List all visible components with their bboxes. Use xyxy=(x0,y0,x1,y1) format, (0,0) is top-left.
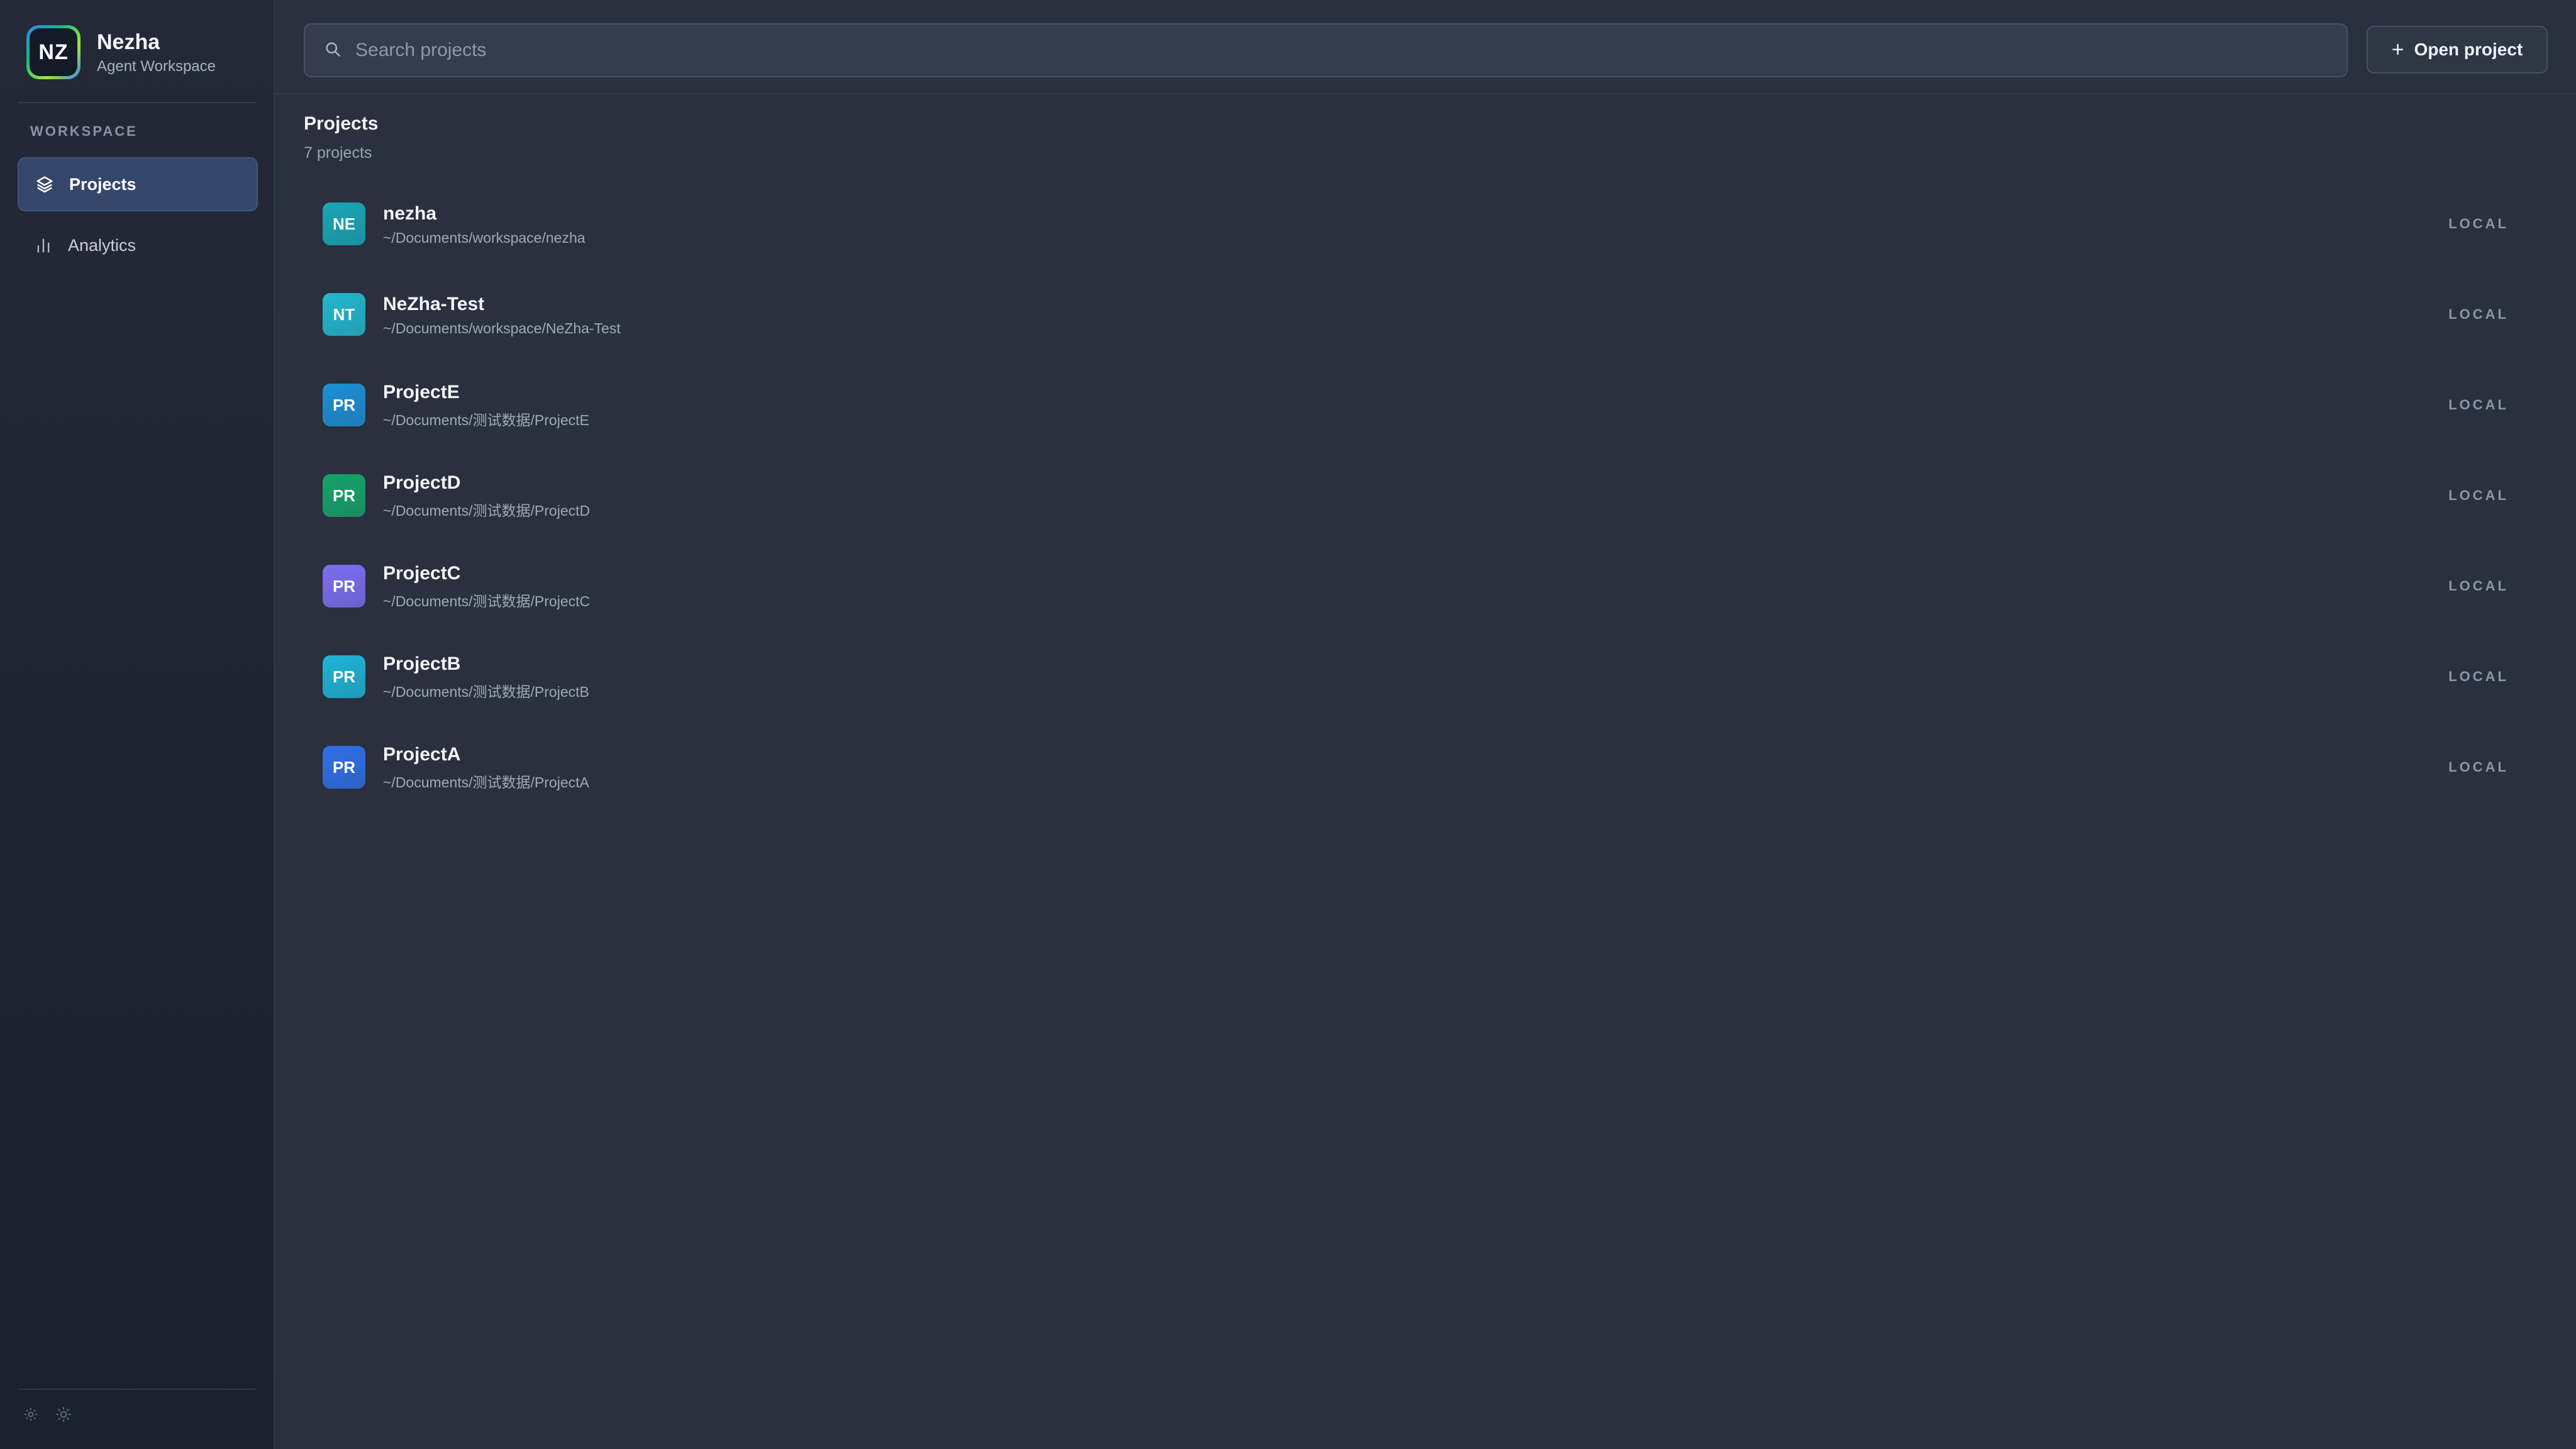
project-name: ProjectA xyxy=(383,744,461,765)
bar-chart-icon xyxy=(33,235,54,256)
sidebar-footer xyxy=(21,1405,73,1424)
search-icon xyxy=(324,40,341,61)
project-text: ProjectC ~/Documents/测试数据/ProjectC xyxy=(383,562,590,611)
project-row[interactable]: PR ProjectC ~/Documents/测试数据/ProjectC LOCAL xyxy=(304,541,2559,631)
brand-text: Nezha Agent Workspace xyxy=(97,29,216,75)
project-row[interactable]: NT NeZha-Test ~/Documents/workspace/NeZha-… xyxy=(304,269,2559,360)
project-row[interactable]: NE nezha ~/Documents/workspace/nezha LOCAL xyxy=(304,179,2559,269)
layers-icon xyxy=(34,174,55,195)
app-window: NZ Nezha Agent Workspace WORKSPACE Proje… xyxy=(0,0,2576,1449)
project-row[interactable]: PR ProjectA ~/Documents/测试数据/ProjectA LOCAL xyxy=(304,722,2559,813)
project-name: ProjectE xyxy=(383,382,460,402)
project-avatar: PR xyxy=(323,474,365,517)
brand[interactable]: NZ Nezha Agent Workspace xyxy=(26,25,256,80)
project-path: ~/Documents/测试数据/ProjectE xyxy=(383,412,589,428)
project-count: 7 projects xyxy=(304,144,372,162)
project-text: ProjectA ~/Documents/测试数据/ProjectA xyxy=(383,743,589,792)
project-row[interactable]: PR ProjectE ~/Documents/测试数据/ProjectE LOCAL xyxy=(304,360,2559,450)
brand-subtitle: Agent Workspace xyxy=(97,58,216,75)
project-path: ~/Documents/测试数据/ProjectA xyxy=(383,774,589,791)
sidebar-item-analytics[interactable]: Analytics xyxy=(18,218,258,272)
project-avatar: NT xyxy=(323,293,365,336)
project-avatar: PR xyxy=(323,384,365,426)
project-name: NeZha-Test xyxy=(383,293,485,314)
project-location-tag: LOCAL xyxy=(2448,306,2509,322)
project-name: ProjectC xyxy=(383,563,461,584)
project-text: ProjectD ~/Documents/测试数据/ProjectD xyxy=(383,471,590,520)
brand-logo-text: NZ xyxy=(30,28,77,76)
brand-logo: NZ xyxy=(26,25,80,79)
open-project-button[interactable]: + Open project xyxy=(2367,26,2548,74)
project-location-tag: LOCAL xyxy=(2448,397,2509,413)
project-avatar: PR xyxy=(323,746,365,789)
project-text: nezha ~/Documents/workspace/nezha xyxy=(383,202,586,247)
project-list: NE nezha ~/Documents/workspace/nezha LOCAL N… xyxy=(304,179,2559,813)
project-text: ProjectB ~/Documents/测试数据/ProjectB xyxy=(383,652,589,701)
sidebar-item-label: Analytics xyxy=(68,235,136,255)
project-path: ~/Documents/测试数据/ProjectD xyxy=(383,502,591,519)
project-name: ProjectD xyxy=(383,472,461,493)
main-content: + Open project Projects 7 projects NE nez… xyxy=(275,0,2576,1449)
project-location-tag: LOCAL xyxy=(2448,578,2509,594)
project-text: ProjectE ~/Documents/测试数据/ProjectE xyxy=(383,380,589,430)
sidebar-item-projects[interactable]: Projects xyxy=(18,157,258,211)
page-title: Projects xyxy=(304,113,379,134)
open-project-label: Open project xyxy=(2414,40,2523,59)
project-path: ~/Documents/测试数据/ProjectB xyxy=(383,684,589,700)
project-row[interactable]: PR ProjectB ~/Documents/测试数据/ProjectB LOCAL xyxy=(304,631,2559,722)
sidebar-item-label: Projects xyxy=(69,174,136,194)
project-path: ~/Documents/workspace/NeZha-Test xyxy=(383,319,621,336)
project-avatar: PR xyxy=(323,655,365,698)
project-text: NeZha-Test ~/Documents/workspace/NeZha-Te… xyxy=(383,292,621,337)
search-input[interactable] xyxy=(355,25,2346,76)
project-path: ~/Documents/测试数据/ProjectC xyxy=(383,593,591,609)
brand-name: Nezha xyxy=(97,30,160,54)
section-label-workspace: WORKSPACE xyxy=(30,123,138,139)
project-location-tag: LOCAL xyxy=(2448,759,2509,775)
sidebar-footer-divider xyxy=(18,1389,256,1390)
project-name: nezha xyxy=(383,203,437,224)
search-box[interactable] xyxy=(304,23,2348,77)
sidebar: NZ Nezha Agent Workspace WORKSPACE Proje… xyxy=(0,0,275,1449)
project-row[interactable]: PR ProjectD ~/Documents/测试数据/ProjectD LOCAL xyxy=(304,450,2559,541)
project-location-tag: LOCAL xyxy=(2448,487,2509,503)
plus-icon: + xyxy=(2391,37,2404,62)
settings-icon[interactable] xyxy=(21,1405,40,1424)
project-avatar: NE xyxy=(323,203,365,245)
project-name: ProjectB xyxy=(383,653,461,674)
project-avatar: PR xyxy=(323,565,365,608)
sun-icon[interactable] xyxy=(54,1405,73,1424)
project-location-tag: LOCAL xyxy=(2448,216,2509,231)
project-location-tag: LOCAL xyxy=(2448,669,2509,684)
topbar: + Open project xyxy=(275,0,2576,94)
project-path: ~/Documents/workspace/nezha xyxy=(383,229,586,246)
sidebar-divider xyxy=(18,102,256,103)
